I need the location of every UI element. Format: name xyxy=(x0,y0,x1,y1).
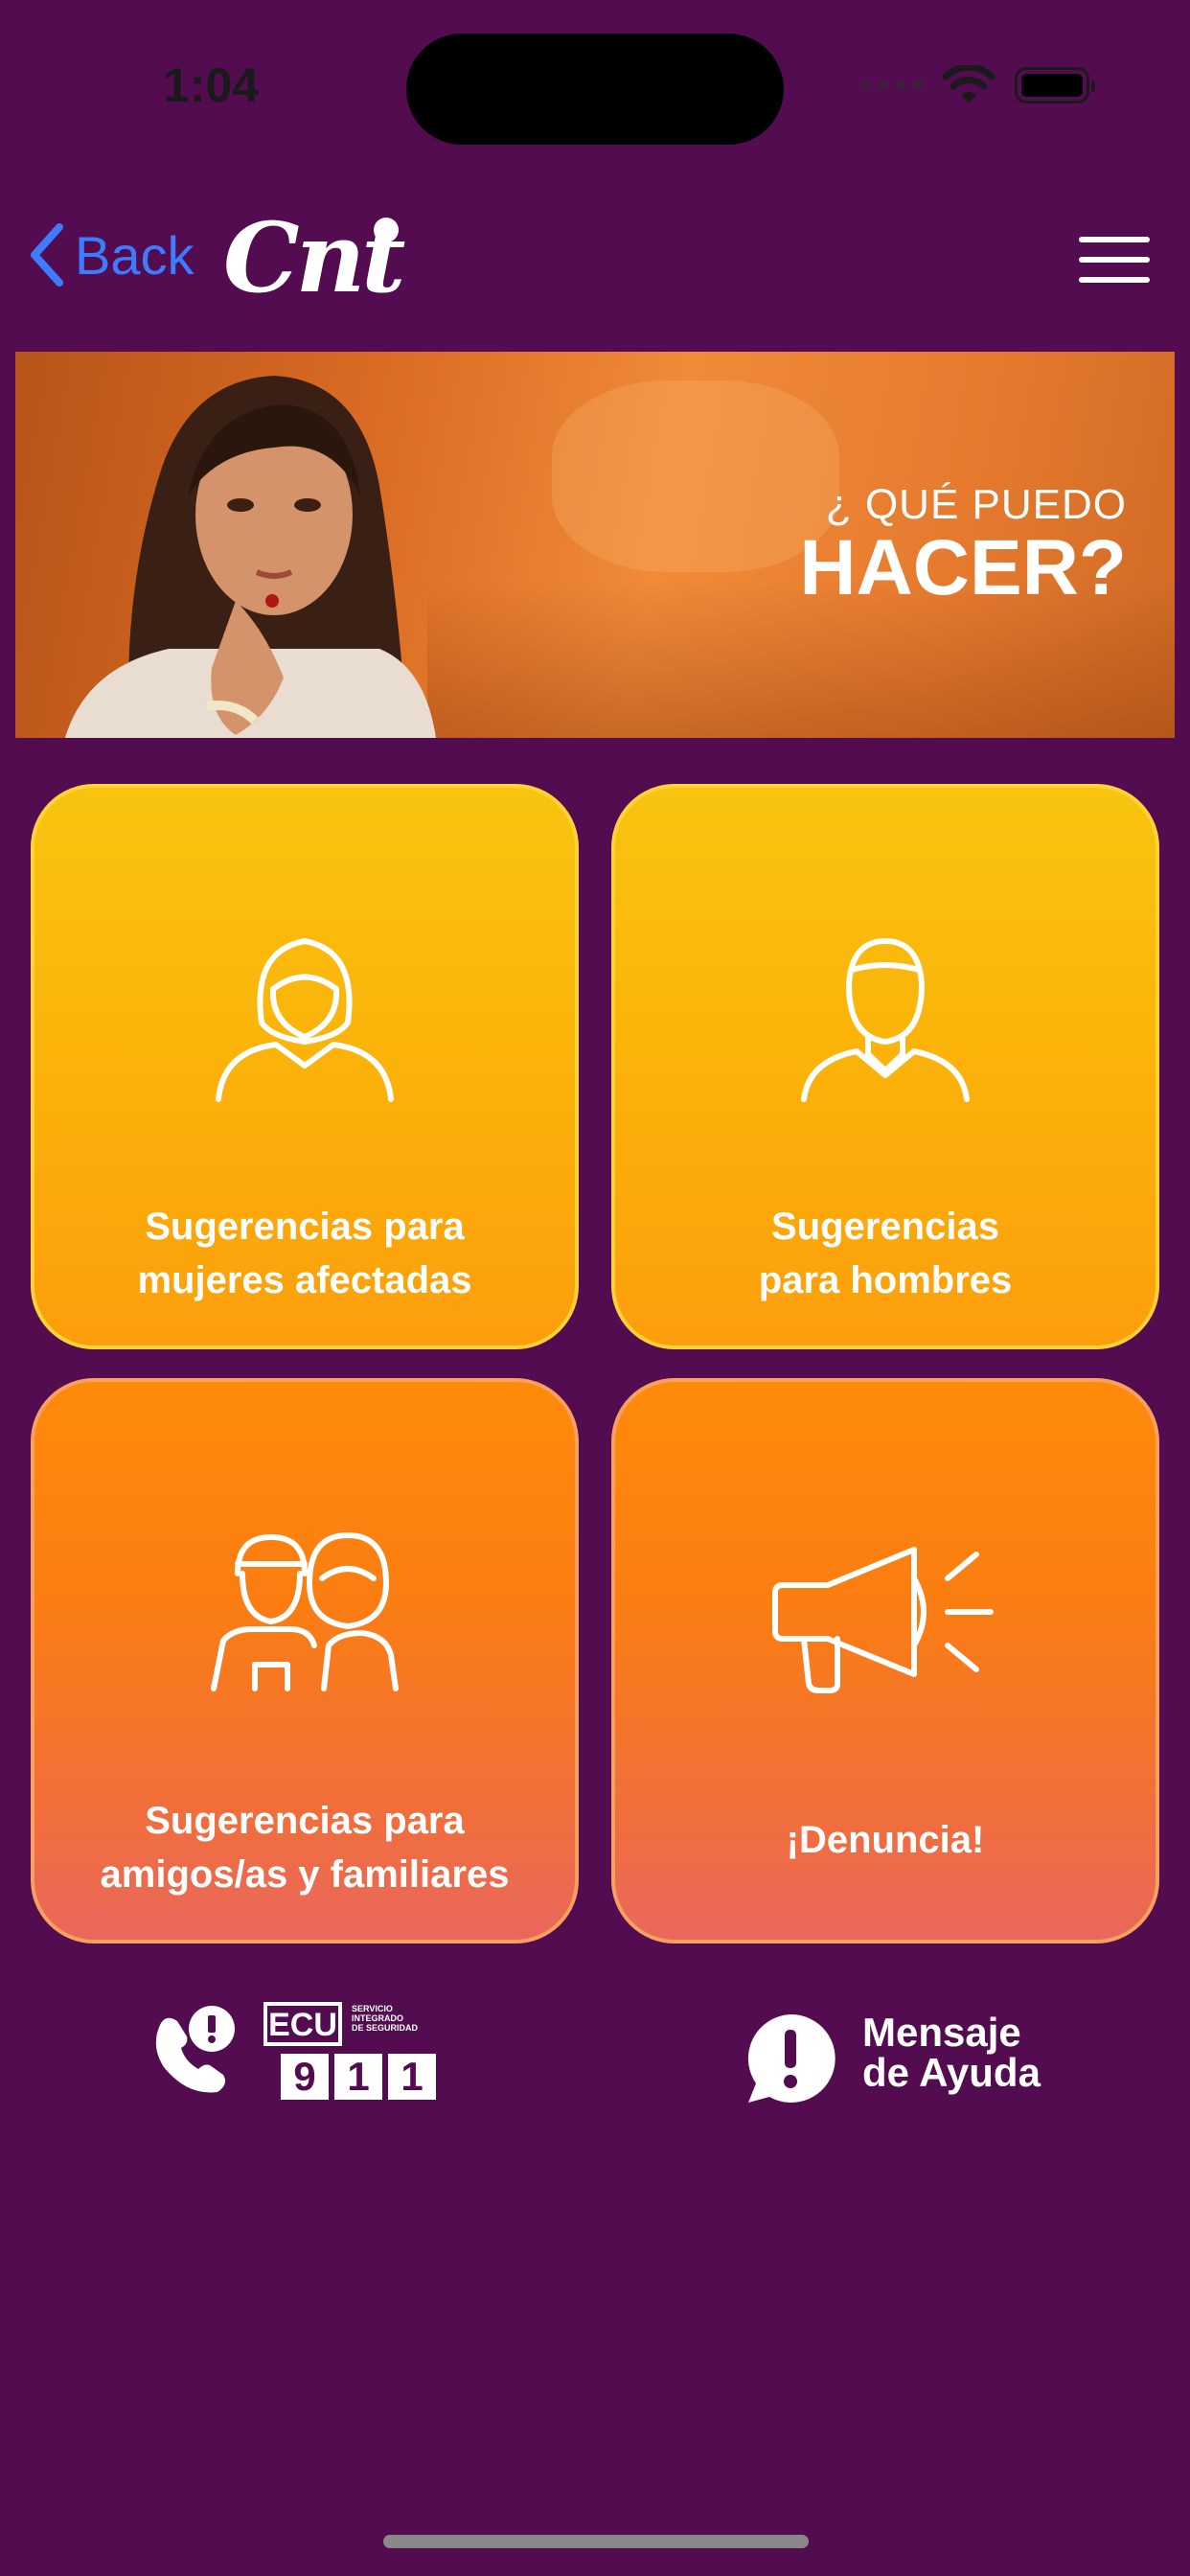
woman-icon xyxy=(216,938,394,1102)
help-message-button[interactable]: Mensaje de Ayuda xyxy=(743,2003,1059,2108)
status-time: 1:04 xyxy=(163,58,260,112)
home-indicator[interactable] xyxy=(383,2535,809,2548)
tile-suggestions-friends-family[interactable]: Sugerencias para amigos/as y familiares xyxy=(31,1378,579,1944)
thinking-woman-photo xyxy=(65,376,436,738)
tile-suggestions-men[interactable]: Sugerencias para hombres xyxy=(611,784,1159,1349)
tile-label: ¡Denuncia! xyxy=(786,1819,985,1861)
ecu911-call-button[interactable]: ECU SERVICIO INTEGRADO DE SEGURIDAD 9 1 … xyxy=(149,1998,455,2113)
tile-report[interactable]: ¡Denuncia! xyxy=(611,1378,1159,1944)
status-indicators xyxy=(861,65,1095,105)
megaphone-icon xyxy=(772,1547,994,1693)
tile-suggestions-women[interactable]: Sugerencias para mujeres afectadas xyxy=(31,784,579,1349)
banner-title-line2: HACER? xyxy=(799,524,1127,611)
ecu-subtitle: SERVICIO INTEGRADO DE SEGURIDAD xyxy=(352,2004,419,2033)
banner-title: ¿ QUÉ PUEDO HACER? xyxy=(799,481,1127,608)
back-button[interactable]: Back xyxy=(27,223,195,287)
friends-family-icon xyxy=(211,1532,399,1691)
ecu-label: ECU xyxy=(263,2002,342,2046)
logo-dot xyxy=(374,218,399,242)
navigation-bar: Back Cnt xyxy=(0,196,1190,321)
battery-icon xyxy=(1015,67,1095,104)
tile-label: Sugerencias para amigos/as y familiares xyxy=(100,1800,510,1896)
cnt-logo: Cnt xyxy=(223,201,405,314)
tile-label: Sugerencias para mujeres afectadas xyxy=(137,1206,472,1301)
dynamic-island xyxy=(406,34,784,145)
help-message-label: Mensaje de Ayuda xyxy=(862,2010,1041,2095)
ecu-number: 9 1 1 xyxy=(281,2054,436,2100)
ecu911-logo: ECU SERVICIO INTEGRADO DE SEGURIDAD 9 1 … xyxy=(263,2002,441,2107)
tile-label: Sugerencias para hombres xyxy=(758,1206,1013,1301)
hero-banner: ¿ QUÉ PUEDO HACER? xyxy=(15,352,1175,738)
status-bar: 1:04 xyxy=(0,0,1190,145)
man-icon xyxy=(801,938,970,1102)
back-label: Back xyxy=(75,224,195,286)
chevron-left-icon xyxy=(31,223,63,287)
phone-alert-icon xyxy=(155,2006,235,2093)
banner-title-line1: ¿ QUÉ PUEDO xyxy=(825,481,1127,528)
cellular-signal-icon xyxy=(861,80,923,90)
exclamation-bubble-icon xyxy=(747,2013,835,2103)
wifi-icon xyxy=(942,65,995,104)
hamburger-menu-button[interactable] xyxy=(1079,237,1150,285)
